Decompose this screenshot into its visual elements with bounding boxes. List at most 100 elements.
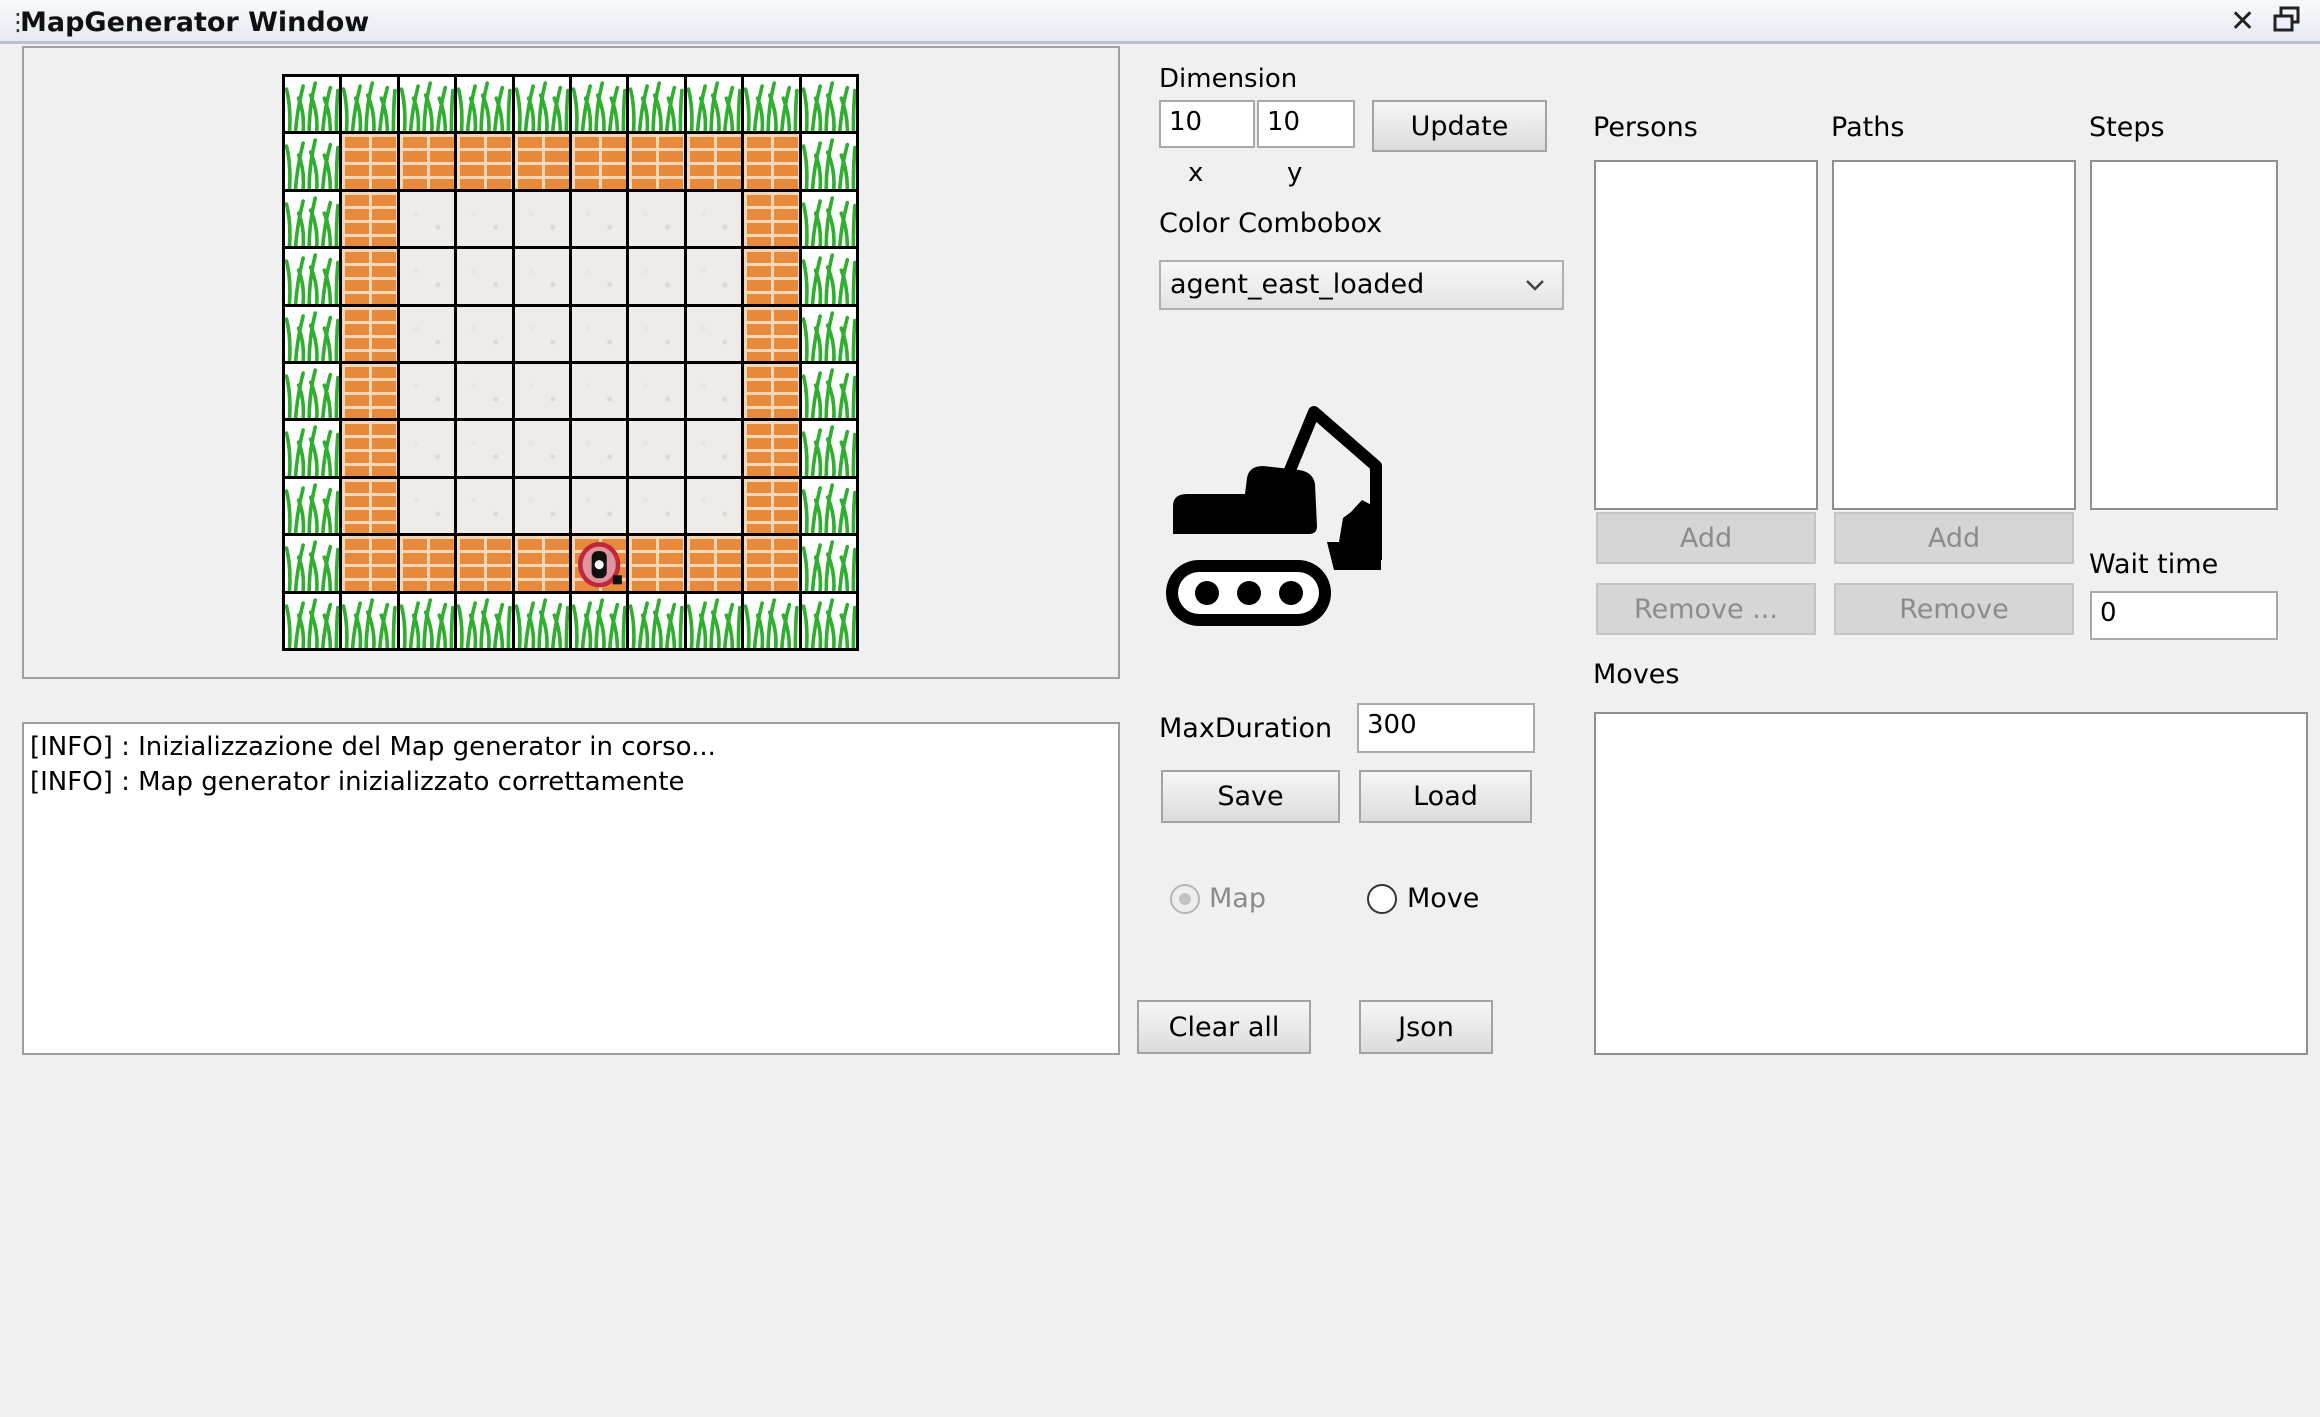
map-cell-floor[interactable] (572, 478, 627, 534)
map-cell-grass[interactable] (744, 77, 799, 132)
map-cell-grass[interactable] (801, 77, 856, 132)
log-area[interactable]: [INFO] : Inizializzazione del Map genera… (22, 722, 1120, 1055)
map-cell-wall[interactable] (342, 478, 397, 534)
map-cell-grass[interactable] (399, 77, 455, 132)
map-cell-floor[interactable] (399, 364, 455, 419)
map-cell-grass[interactable] (285, 593, 340, 648)
map-cell-grass[interactable] (342, 77, 397, 132)
map-cell-floor[interactable] (457, 364, 512, 419)
map-cell-floor[interactable] (399, 249, 455, 304)
map-cell-grass[interactable] (572, 77, 627, 132)
map-cell-wall[interactable] (686, 536, 742, 591)
restore-icon[interactable] (2272, 5, 2302, 43)
map-cell-grass[interactable] (285, 306, 340, 361)
map-cell-floor[interactable] (514, 478, 569, 534)
map-cell-wall[interactable] (342, 364, 397, 419)
map-cell-wall[interactable] (399, 536, 455, 591)
map-cell-grass[interactable] (285, 478, 340, 534)
max-duration-field[interactable]: 300 (1357, 703, 1535, 753)
map-cell-grass[interactable] (285, 77, 340, 132)
map-cell-floor[interactable] (457, 191, 512, 247)
close-icon[interactable]: ✕ (2230, 5, 2255, 39)
map-cell-grass[interactable] (285, 364, 340, 419)
map-cell-agent[interactable] (572, 536, 627, 591)
map-cell-grass[interactable] (572, 593, 627, 648)
map-cell-floor[interactable] (457, 421, 512, 476)
map-cell-wall[interactable] (744, 134, 799, 189)
persons-list[interactable] (1594, 160, 1818, 510)
map-cell-grass[interactable] (686, 593, 742, 648)
map-cell-wall[interactable] (342, 249, 397, 304)
map-cell-grass[interactable] (514, 593, 569, 648)
steps-list[interactable] (2090, 160, 2278, 510)
map-cell-floor[interactable] (686, 478, 742, 534)
load-button[interactable]: Load (1359, 770, 1532, 823)
map-cell-wall[interactable] (342, 536, 397, 591)
clear-all-button[interactable]: Clear all (1137, 1000, 1311, 1054)
update-button[interactable]: Update (1372, 100, 1547, 152)
map-cell-floor[interactable] (457, 249, 512, 304)
map-cell-wall[interactable] (744, 421, 799, 476)
map-cell-grass[interactable] (801, 134, 856, 189)
map-cell-floor[interactable] (514, 249, 569, 304)
map-cell-wall[interactable] (629, 134, 684, 189)
map-cell-grass[interactable] (801, 593, 856, 648)
map-cell-grass[interactable] (285, 249, 340, 304)
map-cell-grass[interactable] (342, 593, 397, 648)
map-cell-grass[interactable] (629, 77, 684, 132)
map-cell-grass[interactable] (285, 421, 340, 476)
map-cell-grass[interactable] (686, 77, 742, 132)
map-cell-wall[interactable] (629, 536, 684, 591)
map-cell-grass[interactable] (457, 77, 512, 132)
map-cell-wall[interactable] (744, 306, 799, 361)
map-cell-wall[interactable] (514, 536, 569, 591)
map-cell-grass[interactable] (801, 478, 856, 534)
remove-path-button[interactable]: Remove (1834, 583, 2074, 635)
map-cell-grass[interactable] (744, 593, 799, 648)
map-cell-floor[interactable] (572, 306, 627, 361)
map-cell-floor[interactable] (514, 364, 569, 419)
map-cell-wall[interactable] (457, 536, 512, 591)
map-cell-floor[interactable] (399, 478, 455, 534)
map-cell-wall[interactable] (457, 134, 512, 189)
map-radio[interactable] (1170, 884, 1200, 914)
save-button[interactable]: Save (1161, 770, 1340, 823)
map-cell-wall[interactable] (342, 191, 397, 247)
map-cell-floor[interactable] (629, 306, 684, 361)
moves-list[interactable] (1594, 712, 2308, 1055)
add-person-button[interactable]: Add (1596, 512, 1816, 564)
map-cell-floor[interactable] (629, 191, 684, 247)
add-path-button[interactable]: Add (1834, 512, 2074, 564)
map-cell-wall[interactable] (572, 134, 627, 189)
map-cell-wall[interactable] (342, 421, 397, 476)
map-cell-grass[interactable] (801, 306, 856, 361)
map-cell-wall[interactable] (686, 134, 742, 189)
map-cell-wall[interactable] (399, 134, 455, 189)
map-cell-grass[interactable] (285, 191, 340, 247)
move-radio[interactable] (1367, 884, 1397, 914)
map-cell-floor[interactable] (572, 364, 627, 419)
map-cell-floor[interactable] (514, 421, 569, 476)
dimension-x-field[interactable]: 10 (1159, 100, 1255, 148)
dimension-y-field[interactable]: 10 (1257, 100, 1355, 148)
map-cell-floor[interactable] (514, 191, 569, 247)
map-cell-floor[interactable] (457, 306, 512, 361)
map-cell-grass[interactable] (514, 77, 569, 132)
map-cell-grass[interactable] (399, 593, 455, 648)
map-cell-wall[interactable] (744, 249, 799, 304)
map-cell-wall[interactable] (744, 478, 799, 534)
map-cell-floor[interactable] (572, 421, 627, 476)
map-grid[interactable] (282, 74, 859, 651)
map-cell-wall[interactable] (744, 536, 799, 591)
map-cell-wall[interactable] (342, 306, 397, 361)
map-cell-floor[interactable] (629, 249, 684, 304)
map-cell-grass[interactable] (285, 134, 340, 189)
map-cell-floor[interactable] (572, 249, 627, 304)
map-cell-grass[interactable] (629, 593, 684, 648)
map-cell-grass[interactable] (801, 421, 856, 476)
map-cell-floor[interactable] (399, 421, 455, 476)
map-cell-wall[interactable] (744, 364, 799, 419)
map-cell-floor[interactable] (629, 364, 684, 419)
map-cell-floor[interactable] (686, 191, 742, 247)
map-cell-floor[interactable] (399, 191, 455, 247)
